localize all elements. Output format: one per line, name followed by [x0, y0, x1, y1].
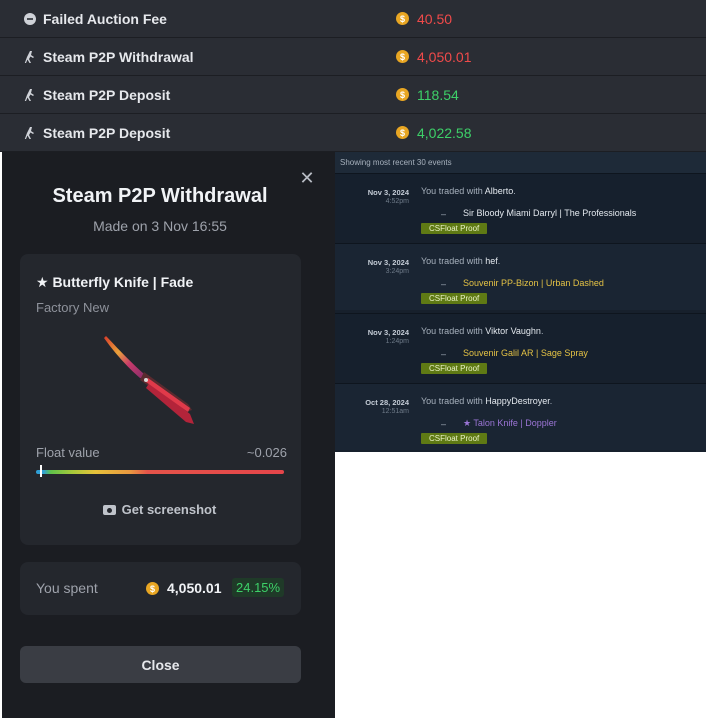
spent-amount: 4,050.01	[167, 580, 222, 596]
coin-icon: $	[396, 126, 409, 139]
trade-entry: Nov 3, 2024 3:24pm You traded with hef. …	[335, 243, 706, 310]
trade-time: 3:24pm	[385, 268, 409, 275]
camera-icon	[102, 505, 116, 515]
trade-dash: –	[441, 349, 447, 359]
item-name: ★ Butterfly Knife | Fade	[36, 274, 194, 290]
coin-icon: $	[396, 88, 409, 101]
trade-date: Nov 3, 2024	[367, 188, 409, 197]
trade-partner[interactable]: Alberto	[485, 186, 514, 196]
trade-date: Nov 3, 2024	[367, 328, 409, 337]
spent-label: You spent	[36, 580, 98, 596]
transaction-row[interactable]: Steam P2P Withdrawal $ 4,050.01	[0, 38, 706, 76]
transaction-name: Steam P2P Withdrawal	[43, 48, 194, 65]
trade-date: Nov 3, 2024	[367, 258, 409, 267]
trade-time: 1:24pm	[385, 338, 409, 345]
get-screenshot-button[interactable]: Get screenshot	[20, 502, 299, 517]
transaction-row[interactable]: Steam P2P Deposit $ 118.54	[0, 76, 706, 114]
trade-dash: –	[441, 209, 447, 219]
csfloat-proof-button[interactable]: CSFloat Proof	[421, 293, 488, 304]
trade-partner[interactable]: Viktor Vaughn	[485, 326, 541, 336]
transaction-name: Steam P2P Deposit	[43, 124, 171, 141]
trade-entry: Nov 3, 2024 4:52pm You traded with Alber…	[335, 173, 706, 240]
close-button[interactable]: Close	[20, 646, 301, 683]
trade-dash: –	[441, 419, 447, 429]
trade-partner[interactable]: HappyDestroyer	[485, 396, 550, 406]
spent-percent-badge: 24.15%	[232, 578, 285, 597]
steam-p2p-icon	[23, 126, 37, 140]
float-marker	[40, 465, 42, 477]
transaction-row[interactable]: Failed Auction Fee $ 40.50	[0, 0, 706, 38]
transaction-row[interactable]: Steam P2P Deposit $ 4,022.58	[0, 114, 706, 152]
steam-p2p-icon	[23, 88, 37, 102]
coin-icon: $	[396, 12, 409, 25]
transaction-name: Steam P2P Deposit	[43, 86, 171, 103]
trade-partner-line: You traded with Alberto.	[421, 186, 516, 196]
transaction-amount: 4,050.01	[417, 48, 472, 65]
trade-history-panel: Showing most recent 30 events Nov 3, 202…	[335, 152, 706, 452]
transaction-name: Failed Auction Fee	[43, 10, 167, 27]
trade-partner-line: You traded with HappyDestroyer.	[421, 396, 553, 406]
trade-item[interactable]: Sir Bloody Miami Darryl | The Profession…	[463, 208, 636, 218]
trade-time: 12:51am	[381, 408, 409, 415]
trade-partner[interactable]: hef	[485, 256, 498, 266]
transaction-list: Failed Auction Fee $ 40.50 Steam P2P Wit…	[0, 0, 706, 152]
csfloat-proof-button[interactable]: CSFloat Proof	[421, 363, 488, 374]
float-label: Float value	[36, 445, 100, 460]
trade-dash: –	[441, 279, 447, 289]
modal-subtitle: Made on 3 Nov 16:55	[93, 218, 227, 234]
trade-time: 4:52pm	[385, 198, 409, 205]
csfloat-proof-button[interactable]: CSFloat Proof	[421, 223, 488, 234]
modal-title: Steam P2P Withdrawal	[52, 185, 268, 207]
trade-partner-line: You traded with hef.	[421, 256, 501, 266]
transaction-detail-modal: ✕ Steam P2P Withdrawal Made on 3 Nov 16:…	[2, 152, 335, 718]
trade-date: Oct 28, 2024	[365, 398, 409, 407]
coin-icon: $	[146, 582, 159, 595]
trade-item[interactable]: ★ Talon Knife | Doppler	[463, 418, 557, 429]
trade-partner-line: You traded with Viktor Vaughn.	[421, 326, 544, 336]
item-card: ★ Butterfly Knife | Fade Factory New Flo…	[20, 254, 301, 545]
trade-item[interactable]: Souvenir Galil AR | Sage Spray	[463, 348, 588, 358]
transaction-amount: 118.54	[417, 86, 459, 103]
transaction-amount: 4,022.58	[417, 124, 472, 141]
float-bar	[36, 470, 284, 474]
trade-entry: Oct 28, 2024 12:51am You traded with Hap…	[335, 383, 706, 450]
coin-icon: $	[396, 50, 409, 63]
history-header: Showing most recent 30 events	[335, 152, 706, 173]
trade-item[interactable]: Souvenir PP-Bizon | Urban Dashed	[463, 278, 604, 288]
csfloat-proof-button[interactable]: CSFloat Proof	[421, 433, 488, 444]
screenshot-label: Get screenshot	[121, 502, 217, 517]
butterfly-knife-image	[104, 336, 194, 424]
steam-p2p-icon	[23, 50, 37, 64]
item-wear: Factory New	[36, 300, 109, 315]
minus-circle-icon	[23, 12, 37, 26]
spent-card: You spent $ 4,050.01 24.15%	[20, 562, 301, 615]
trade-entry: Nov 3, 2024 1:24pm You traded with Vikto…	[335, 313, 706, 380]
transaction-amount: 40.50	[417, 10, 453, 27]
float-value: ~0.026	[246, 445, 287, 460]
